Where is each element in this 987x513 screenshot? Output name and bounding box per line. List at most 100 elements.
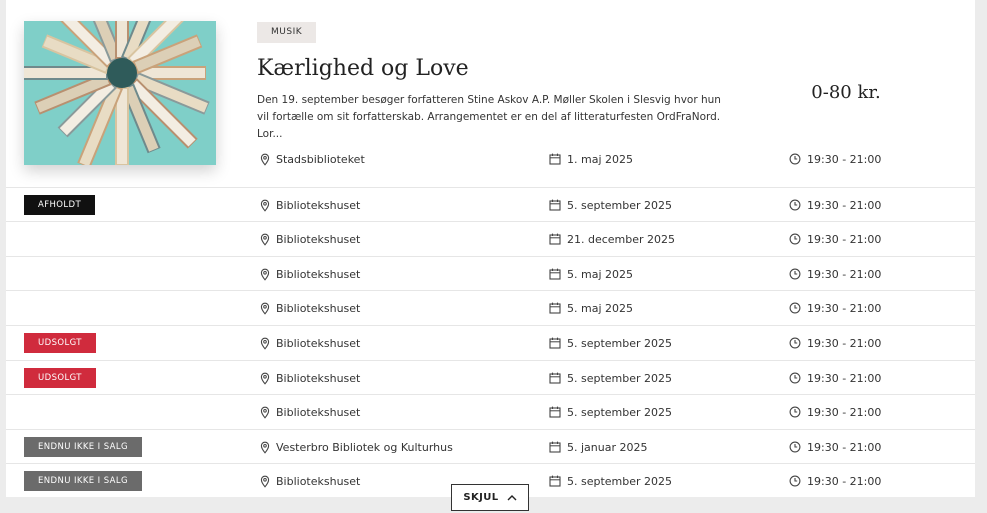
date-text: 5. september 2025 — [567, 198, 673, 212]
occurrence-row[interactable]: Bibliotekshuset 5. september 2025 19:30 - … — [6, 394, 975, 428]
occurrence-date: 5. september 2025 — [549, 361, 672, 395]
time-text: 19:30 - 21:00 — [807, 336, 882, 350]
calendar-icon — [549, 233, 561, 245]
location-text: Bibliotekshuset — [276, 371, 361, 385]
occurrence-row[interactable]: UDSOLGT Bibliotekshuset 5. september 2025 1… — [6, 360, 975, 394]
location-text: Bibliotekshuset — [276, 336, 361, 350]
time-text: 19:30 - 21:00 — [807, 267, 882, 281]
date-text: 1. maj 2025 — [567, 152, 633, 166]
map-pin-icon — [260, 337, 270, 350]
time-text: 19:30 - 21:00 — [807, 198, 882, 212]
occurrence-row[interactable]: Bibliotekshuset 21. december 2025 19:30 - … — [6, 221, 975, 255]
location-text: Bibliotekshuset — [276, 267, 361, 281]
map-pin-icon — [260, 233, 270, 246]
location-text: Stadsbiblioteket — [276, 152, 365, 166]
map-pin-icon — [260, 153, 270, 166]
date-text: 5. september 2025 — [567, 336, 673, 350]
occurrence-location: Bibliotekshuset — [260, 464, 360, 498]
occurrence-location: Bibliotekshuset — [260, 326, 360, 360]
date-text: 5. september 2025 — [567, 474, 673, 488]
occurrence-date: 5. september 2025 — [549, 464, 672, 498]
occurrence-row[interactable]: Bibliotekshuset 5. maj 2025 19:30 - 21:00 — [6, 256, 975, 290]
status-badge: AFHOLDT — [24, 195, 96, 215]
calendar-icon — [549, 302, 561, 314]
calendar-icon — [549, 406, 561, 418]
map-pin-icon — [260, 406, 270, 419]
occurrence-date: 5. januar 2025 — [549, 430, 648, 464]
occurrence-date: 5. september 2025 — [549, 326, 672, 360]
occurrence-time: 19:30 - 21:00 — [789, 395, 881, 429]
date-text: 5. januar 2025 — [567, 440, 648, 454]
occurrence-location: Bibliotekshuset — [260, 188, 360, 222]
calendar-icon — [549, 337, 561, 349]
clock-icon — [789, 337, 801, 349]
occurrence-row[interactable]: ENDNU IKKE I SALG Vesterbro Bibliotek og … — [6, 429, 975, 463]
occurrence-row[interactable]: AFHOLDT Bibliotekshuset 5. september 2025 1… — [6, 187, 975, 221]
map-pin-icon — [260, 372, 270, 385]
map-pin-icon — [260, 302, 270, 315]
date-text: 5. maj 2025 — [567, 301, 633, 315]
occurrence-location: Bibliotekshuset — [260, 291, 360, 325]
clock-icon — [789, 153, 801, 165]
occurrence-location: Bibliotekshuset — [260, 257, 360, 291]
map-pin-icon — [260, 268, 270, 281]
occurrence-time: 19:30 - 21:00 — [789, 464, 881, 498]
category-tag[interactable]: MUSIK — [257, 22, 317, 43]
time-text: 19:30 - 21:00 — [807, 440, 882, 454]
occurrence-time: 19:30 - 21:00 — [789, 257, 881, 291]
hide-button[interactable]: SKJUL — [451, 484, 529, 511]
location-text: Bibliotekshuset — [276, 232, 361, 246]
event-card: MUSIK Kærlighed og Love Den 19. septembe… — [6, 0, 975, 497]
clock-icon — [789, 233, 801, 245]
calendar-icon — [549, 441, 561, 453]
occurrence-date: 5. maj 2025 — [549, 291, 633, 325]
occurrence-date: 21. december 2025 — [549, 222, 675, 256]
date-text: 5. september 2025 — [567, 371, 673, 385]
occurrence-location: Vesterbro Bibliotek og Kulturhus — [260, 430, 453, 464]
calendar-icon — [549, 153, 561, 165]
occurrence-time: 19:30 - 21:00 — [789, 188, 881, 222]
status-badge: UDSOLGT — [24, 368, 96, 388]
status-badge: ENDNU IKKE I SALG — [24, 437, 142, 457]
occurrence-time: 19:30 - 21:00 — [789, 326, 881, 360]
clock-icon — [789, 406, 801, 418]
time-text: 19:30 - 21:00 — [807, 405, 882, 419]
status-badge: ENDNU IKKE I SALG — [24, 471, 142, 491]
occurrence-date: 5. maj 2025 — [549, 257, 633, 291]
clock-icon — [789, 475, 801, 487]
chevron-up-icon — [507, 495, 517, 501]
occurrence-location: Stadsbiblioteket — [260, 142, 365, 176]
occurrence-date: 1. maj 2025 — [549, 142, 633, 176]
date-text: 5. september 2025 — [567, 405, 673, 419]
event-description: Den 19. september besøger forfatteren St… — [257, 94, 721, 140]
location-text: Bibliotekshuset — [276, 301, 361, 315]
occurrence-row[interactable]: Bibliotekshuset 5. maj 2025 19:30 - 21:00 — [6, 290, 975, 324]
location-text: Vesterbro Bibliotek og Kulturhus — [276, 440, 453, 454]
occurrence-date: 5. september 2025 — [549, 395, 672, 429]
occurrence-location: Bibliotekshuset — [260, 361, 360, 395]
time-text: 19:30 - 21:00 — [807, 371, 882, 385]
time-text: 19:30 - 21:00 — [807, 474, 882, 488]
event-price: 0-80 kr. — [811, 82, 881, 103]
location-text: Bibliotekshuset — [276, 405, 361, 419]
map-pin-icon — [260, 441, 270, 454]
clock-icon — [789, 441, 801, 453]
map-pin-icon — [260, 475, 270, 488]
time-text: 19:30 - 21:00 — [807, 232, 882, 246]
calendar-icon — [549, 475, 561, 487]
hide-button-label: SKJUL — [463, 492, 499, 503]
date-text: 21. december 2025 — [567, 232, 676, 246]
clock-icon — [789, 372, 801, 384]
occurrence-time: 19:30 - 21:00 — [789, 222, 881, 256]
occurrence-location: Bibliotekshuset — [260, 395, 360, 429]
occurrence-row[interactable]: Stadsbiblioteket 1. maj 2025 19:30 - 21:00 — [6, 142, 975, 176]
location-text: Bibliotekshuset — [276, 198, 361, 212]
date-text: 5. maj 2025 — [567, 267, 633, 281]
occurrence-time: 19:30 - 21:00 — [789, 361, 881, 395]
clock-icon — [789, 199, 801, 211]
event-title[interactable]: Kærlighed og Love — [257, 56, 469, 81]
occurrence-row[interactable]: UDSOLGT Bibliotekshuset 5. september 2025 1… — [6, 325, 975, 359]
calendar-icon — [549, 199, 561, 211]
occurrence-time: 19:30 - 21:00 — [789, 142, 881, 176]
time-text: 19:30 - 21:00 — [807, 152, 882, 166]
